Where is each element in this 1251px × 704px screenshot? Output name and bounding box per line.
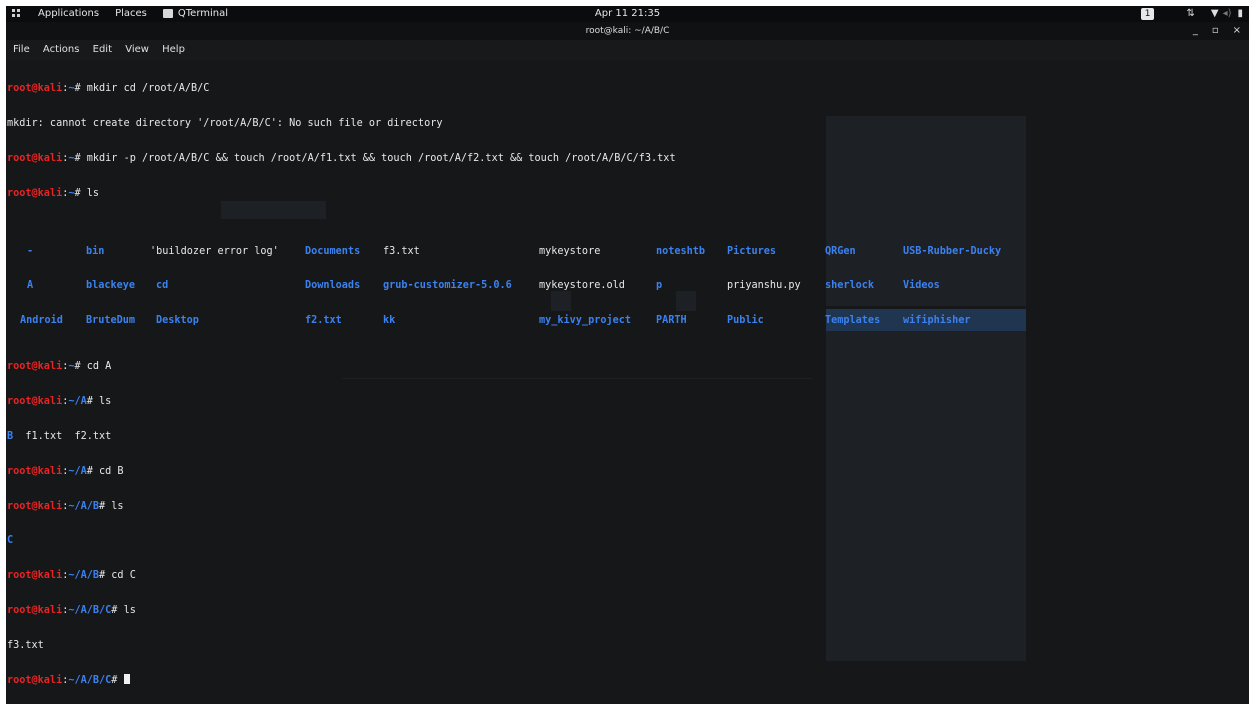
ls-entry: priyanshu.py [727,280,801,292]
terminal-prompt-line[interactable]: root@kali:~/A/B/C# [7,674,1243,686]
ls-entry: QRGen [825,245,856,257]
ls-entry: A [27,280,34,292]
ls-entry: grub-customizer-5.0.6 [383,280,512,292]
network-activity-icon[interactable]: ⇅ [1186,6,1194,22]
maximize-button[interactable]: ▫ [1212,22,1219,40]
ls-entry: Documents [305,245,361,257]
top-panel: Applications Places QTerminal Apr 11 21:… [6,6,1249,22]
window-title: root@kali: ~/A/B/C [585,26,670,36]
ls-entry: Desktop [156,315,199,327]
menu-actions[interactable]: Actions [43,44,80,55]
menu-file[interactable]: File [13,44,30,55]
terminal-line: mkdir: cannot create directory '/root/A/… [7,117,443,129]
close-button[interactable]: × [1233,22,1241,40]
ls-entry: mykeystore.old [539,280,625,292]
ls-entry: Android [20,315,63,327]
ls-entry: noteshtb [656,245,706,257]
ls-entry: Pictures [727,245,777,257]
ls-entry: PARTH [656,315,687,327]
ls-entry: Downloads [305,280,361,292]
clock[interactable]: Apr 11 21:35 [6,6,1249,22]
terminal-output[interactable]: root@kali:~# mkdir cd /root/A/B/C mkdir:… [7,60,1243,704]
ls-entry: f3.txt [383,245,420,257]
terminal-line: root@kali:~/A/B# ls [7,500,124,512]
menu-edit[interactable]: Edit [93,44,112,55]
terminal-line: root@kali:~/A# cd B [7,465,124,477]
desktop-screen: Applications Places QTerminal Apr 11 21:… [6,6,1249,704]
ls-output-row: - bin 'buildozer error log' Documents f3… [7,246,1243,258]
window-title-bar[interactable]: root@kali: ~/A/B/C _ ▫ × [6,22,1249,40]
ls-entry: my_kivy_project [539,315,632,327]
ls-output-row: Android BruteDum Desktop f2.txt kk my_ki… [7,315,1243,327]
text-cursor [123,674,130,685]
workspace-indicator[interactable]: 1 [1140,8,1155,20]
ls-entry: wifiphisher [903,315,971,327]
terminal-line: root@kali:~# cd A [7,361,112,373]
volume-icon[interactable]: ◂) [1223,6,1232,22]
ls-entry: sherlock [825,280,875,292]
ls-entry: USB-Rubber-Ducky [903,245,1002,257]
ls-entry: Videos [903,280,940,292]
wifi-icon[interactable]: ▼ [1211,6,1219,22]
ls-entry: - [27,245,34,257]
terminal-line: f3.txt [7,639,44,651]
menu-view[interactable]: View [125,44,149,55]
ls-entry: Templates [825,315,881,327]
minimize-button[interactable]: _ [1193,22,1198,40]
terminal-line: root@kali:~/A/B/C# ls [7,604,136,616]
menu-bar: File Actions Edit View Help [6,40,1249,60]
terminal-line: C [7,535,14,547]
ls-entry: f2.txt [305,315,342,327]
ls-entry: 'buildozer error log' [150,245,279,257]
menu-help[interactable]: Help [162,44,185,55]
terminal-line: root@kali:~# ls [7,187,100,199]
ls-entry: kk [383,315,396,327]
battery-icon[interactable]: ▮ [1237,6,1243,22]
ls-entry: Public [727,315,764,327]
ls-entry: bin [86,245,105,257]
terminal-line: root@kali:~# mkdir -p /root/A/B/C && tou… [7,152,676,164]
ls-output-row: A blackeye cd Downloads grub-customizer-… [7,280,1243,292]
ls-entry: BruteDum [86,315,136,327]
terminal-line: B f1.txt f2.txt [7,431,112,442]
ls-entry: mykeystore [539,245,601,257]
ls-entry: blackeye [86,280,136,292]
terminal-line: root@kali:~/A# ls [7,396,112,408]
ls-entry: cd [156,280,169,292]
ls-entry: p [656,280,663,292]
terminal-line: root@kali:~# mkdir cd /root/A/B/C [7,83,210,95]
terminal-line: root@kali:~/A/B# cd C [7,570,136,582]
